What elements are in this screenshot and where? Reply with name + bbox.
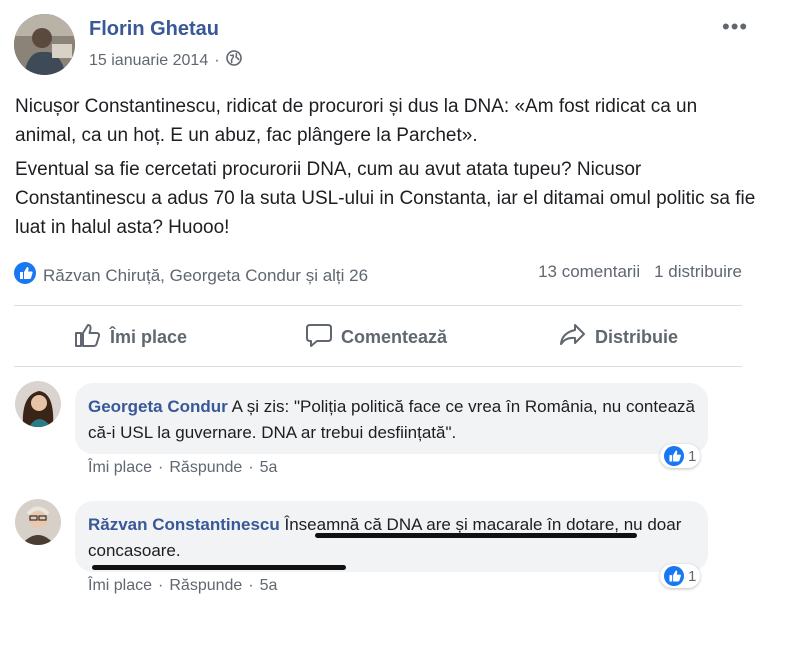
comment-time[interactable]: 5a (260, 459, 278, 477)
post-paragraph-1: Nicușor Constantinescu, ridicat de procu… (15, 96, 698, 146)
facebook-post: Florin Ghetau 15 ianuarie 2014 · ••• Nic… (0, 0, 760, 653)
dot-separator: · (158, 459, 164, 476)
reaction-count-value: 1 (688, 567, 697, 585)
comment-actions: Îmi place · Răspunde · 5a (88, 577, 277, 595)
comment-button[interactable]: Comentează (305, 322, 447, 353)
engagement-counts: 13 comentarii 1 distribuire (538, 262, 742, 282)
divider (14, 366, 742, 367)
commenter-avatar[interactable] (15, 499, 61, 545)
like-reaction-icon (14, 262, 36, 289)
like-button-label: Îmi place (110, 327, 188, 347)
reactions-text: Răzvan Chiruță, Georgeta Condur și alți … (43, 265, 369, 285)
comment-reply-link[interactable]: Răspunde (169, 459, 242, 477)
meta-separator: · (214, 51, 220, 69)
globe-icon (225, 50, 242, 71)
comments-count[interactable]: 13 comentarii (538, 262, 640, 282)
share-button-label: Distribuie (595, 327, 679, 347)
like-reaction-icon (664, 566, 684, 586)
share-button[interactable]: Distribuie (559, 322, 678, 353)
reactions-summary[interactable]: Răzvan Chiruță, Georgeta Condur și alți … (14, 262, 368, 289)
handwritten-underline (92, 565, 346, 570)
post-paragraph-2: Eventual sa fie cercetati procurorii DNA… (15, 159, 756, 238)
reaction-count-value: 1 (688, 447, 697, 465)
comment-body: Georgeta Condur A și zis: "Poliția polit… (88, 394, 700, 446)
post-date[interactable]: 15 ianuarie 2014 (89, 52, 208, 70)
comment-reply-link[interactable]: Răspunde (169, 577, 242, 595)
comment-time[interactable]: 5a (260, 577, 278, 595)
shares-count[interactable]: 1 distribuire (654, 262, 742, 282)
share-arrow-icon (559, 322, 587, 353)
dot-separator: · (158, 577, 164, 594)
post-meta: 15 ianuarie 2014 · (89, 50, 242, 71)
comment-body: Răzvan Constantinescu Înseamnă că DNA ar… (88, 512, 688, 564)
comment-author[interactable]: Răzvan Constantinescu (88, 515, 280, 534)
comment-reaction-count[interactable]: 1 (660, 564, 701, 588)
comment-like-link[interactable]: Îmi place (88, 577, 152, 595)
handwritten-underline (315, 533, 637, 538)
comment-bubble-icon (305, 322, 333, 353)
comment-actions: Îmi place · Răspunde · 5a (88, 459, 277, 477)
dot-separator: · (248, 577, 254, 594)
comment-like-link[interactable]: Îmi place (88, 459, 152, 477)
thumbs-up-icon (74, 322, 102, 353)
more-options-icon[interactable]: ••• (722, 14, 748, 40)
comment-author[interactable]: Georgeta Condur (88, 397, 228, 416)
dot-separator: · (248, 459, 254, 476)
commenter-avatar[interactable] (15, 381, 61, 427)
author-avatar[interactable] (14, 14, 75, 75)
post-author-name[interactable]: Florin Ghetau (89, 18, 219, 41)
divider (14, 305, 742, 306)
like-reaction-icon (664, 446, 684, 466)
comment-button-label: Comentează (341, 327, 448, 347)
comment-reaction-count[interactable]: 1 (660, 444, 701, 468)
like-button[interactable]: Îmi place (74, 322, 187, 353)
